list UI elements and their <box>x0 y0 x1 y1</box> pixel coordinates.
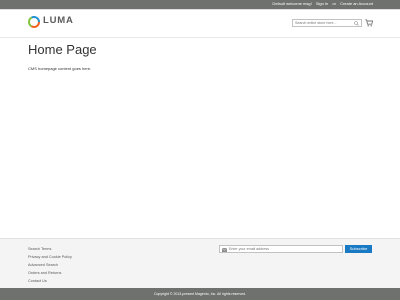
sign-in-link[interactable]: Sign In <box>316 1 328 6</box>
copyright: Copyright © 2013-present Magento, Inc. A… <box>0 288 400 300</box>
welcome-message: Default welcome msg! <box>272 1 312 6</box>
cart-icon[interactable] <box>365 19 373 27</box>
top-bar: Default welcome msg! Sign In or Create a… <box>0 0 400 10</box>
cms-content: CMS homepage content goes here. <box>28 66 92 71</box>
footer-link-orders-returns[interactable]: Orders and Returns <box>28 269 72 277</box>
header-links: Default welcome msg! Sign In or Create a… <box>269 1 373 7</box>
mail-icon <box>222 247 227 252</box>
logo-icon[interactable] <box>28 16 40 28</box>
footer-link-contact-us[interactable]: Contact Us <box>28 277 72 285</box>
footer-link-privacy[interactable]: Privacy and Cookie Policy <box>28 253 72 261</box>
search-icon[interactable] <box>354 21 359 26</box>
email-input[interactable] <box>229 246 339 252</box>
newsletter-field[interactable] <box>219 245 343 253</box>
or-separator: or <box>332 1 336 6</box>
footer: Search Terms Privacy and Cookie Policy A… <box>0 238 400 288</box>
search-box[interactable] <box>292 19 362 27</box>
subscribe-button[interactable]: Subscribe <box>345 245 372 253</box>
header-divider <box>0 37 400 38</box>
logo-text[interactable]: LUMA <box>43 15 74 26</box>
page-title: Home Page <box>28 42 97 57</box>
footer-links: Search Terms Privacy and Cookie Policy A… <box>28 245 72 285</box>
create-account-link[interactable]: Create an Account <box>340 1 373 6</box>
footer-link-advanced-search[interactable]: Advanced Search <box>28 261 72 269</box>
footer-link-search-terms[interactable]: Search Terms <box>28 245 72 253</box>
search-input[interactable] <box>293 20 351 26</box>
